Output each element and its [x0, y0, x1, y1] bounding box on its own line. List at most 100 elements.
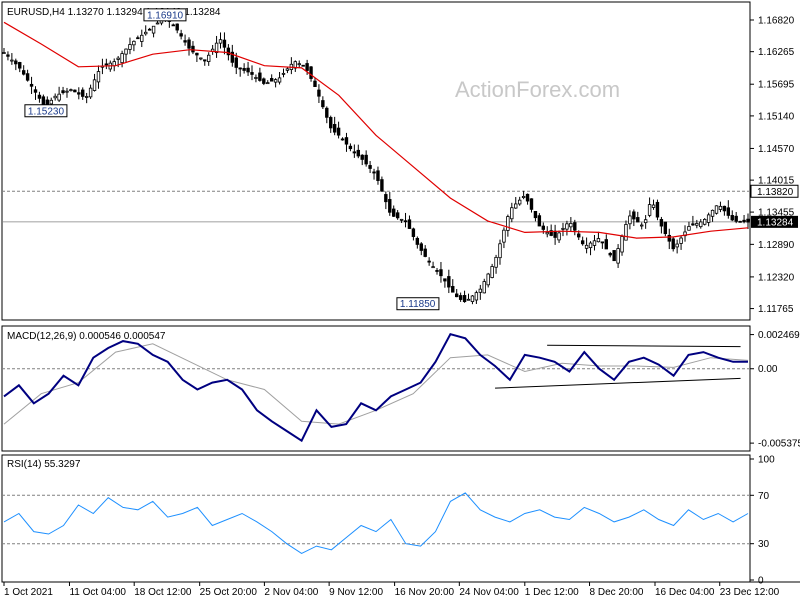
candle-body — [175, 23, 179, 31]
rsi-line — [3, 492, 749, 554]
candle-body — [104, 63, 109, 66]
candle-body — [494, 256, 498, 268]
candle-body — [199, 57, 203, 60]
rsi-y-tick-label: 100 — [758, 455, 775, 466]
candle-body — [297, 63, 301, 66]
watermark: ActionForex.com — [455, 77, 620, 102]
candle-body — [57, 93, 61, 101]
candle-body — [498, 243, 502, 259]
candle-body — [128, 44, 132, 50]
candle-body — [545, 232, 549, 235]
x-axis-label: 8 Dec 20:00 — [590, 587, 644, 598]
candle-body — [557, 232, 561, 241]
macd-trendline — [547, 344, 741, 348]
macd-signal-line — [3, 343, 749, 425]
candle-body — [647, 204, 652, 216]
candle-body — [155, 22, 160, 25]
candle-body — [14, 60, 18, 65]
candle-body — [187, 39, 191, 49]
candle-body — [423, 248, 427, 257]
candle-body — [116, 57, 120, 60]
candle-body — [195, 52, 199, 56]
price-y-tick-label: 1.12320 — [758, 272, 795, 283]
candle-body — [147, 28, 152, 31]
candle-body — [411, 228, 416, 237]
candle-body — [285, 68, 290, 71]
candle-body — [191, 45, 195, 53]
candle-body — [183, 40, 187, 43]
candle-body — [238, 67, 242, 70]
candle-body — [695, 223, 699, 226]
candle-body — [37, 94, 42, 99]
candle-body — [655, 201, 660, 218]
candle-body — [372, 171, 376, 174]
candle-body — [517, 199, 522, 205]
candle-body — [706, 214, 711, 223]
candle-body — [81, 89, 85, 97]
candle-body — [112, 61, 116, 67]
candle-body — [313, 80, 317, 87]
candle-body — [486, 273, 490, 286]
candle-body — [380, 179, 384, 192]
price-y-tick-label: 1.15140 — [758, 111, 795, 122]
candle-body — [151, 25, 156, 34]
candle-body — [344, 137, 349, 145]
candle-body — [687, 226, 691, 231]
macd-y-tick-label: -0.005375 — [758, 439, 800, 450]
candle-body — [454, 293, 459, 298]
price-y-tick-label: 1.15695 — [758, 80, 795, 91]
candle-body — [33, 89, 38, 93]
candle-body — [273, 79, 278, 83]
candle-body — [628, 215, 632, 225]
candle-body — [384, 194, 388, 203]
candle-body — [730, 215, 734, 221]
macd-y-tick-label: 0.002469 — [758, 330, 800, 341]
x-axis-label: 25 Oct 20:00 — [200, 587, 258, 598]
price-y-tick-label: 1.16265 — [758, 47, 795, 58]
candle-body — [21, 70, 26, 75]
candle-body — [710, 209, 715, 217]
macd-layer: 0.002469 0.00 -0.005375 — [2, 330, 800, 450]
candle-body — [573, 222, 577, 231]
candle-body — [447, 276, 451, 288]
price-annotation-label: 1.11850 — [400, 299, 436, 310]
candle-body — [553, 230, 557, 238]
macd-y-tick-label: 0.00 — [758, 364, 778, 375]
candle-body — [61, 90, 65, 94]
x-axis-label: 16 Dec 04:00 — [655, 587, 715, 598]
candle-body — [718, 205, 723, 210]
candle-body — [254, 77, 258, 79]
candle-body — [506, 216, 510, 231]
candle-body — [77, 92, 81, 95]
candle-body — [514, 203, 518, 209]
candle-body — [368, 165, 372, 169]
candle-body — [250, 72, 254, 75]
candle-body — [734, 215, 738, 222]
candle-body — [6, 54, 10, 57]
x-axis-label: 18 Oct 12:00 — [134, 587, 192, 598]
candle-body — [269, 78, 274, 82]
candle-body — [88, 87, 93, 98]
candle-body — [45, 99, 50, 105]
rsi-layer: 100 70 30 0 — [2, 455, 775, 587]
candle-body — [309, 66, 313, 79]
candle-body — [699, 221, 703, 228]
candle-body — [600, 241, 605, 244]
candle-body — [2, 52, 6, 54]
candle-body — [632, 211, 636, 220]
candle-body — [41, 96, 46, 105]
candle-body — [541, 225, 546, 230]
candle-body — [96, 71, 101, 83]
candle-body — [395, 212, 400, 219]
current-price-label: 1.13284 — [757, 217, 794, 228]
candle-body — [612, 250, 616, 262]
candle-body — [659, 219, 664, 227]
candle-body — [667, 234, 671, 242]
x-axis-label: 1 Oct 2021 — [4, 587, 53, 598]
candle-body — [144, 31, 148, 35]
price-header: EURUSD,H4 1.13270 1.13294 1.13149 1.1328… — [7, 7, 221, 18]
x-axis-label: 1 Dec 12:00 — [525, 587, 579, 598]
candle-body — [132, 40, 136, 46]
x-axis-label: 23 Dec 12:00 — [720, 587, 780, 598]
candle-body — [415, 237, 420, 245]
